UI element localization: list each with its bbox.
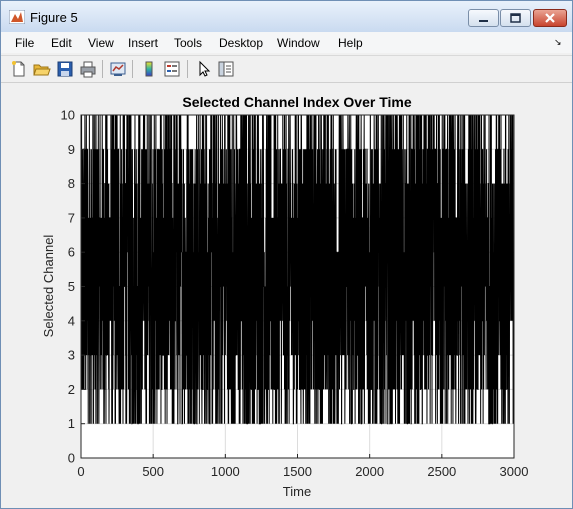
x-tick-label: 500 [142,464,164,479]
toolbar-separator [102,60,103,78]
x-axis-label: Time [283,484,311,499]
x-tick-label: 1000 [211,464,240,479]
link-plot-icon[interactable] [109,60,127,78]
toolbar-separator [187,60,188,78]
property-inspector-icon[interactable] [217,60,235,78]
maximize-button[interactable] [500,9,531,27]
plot-area: 0 500 1000 1500 2000 2500 3000 0 1 2 3 4 5 6 7 8 9 10 Sel… [1,83,572,508]
x-tick-label: 0 [77,464,84,479]
chart[interactable]: 0 500 1000 1500 2000 2500 3000 0 1 2 3 4 5 6 7 8 9 10 Sel… [1,83,572,508]
y-axis-label: Selected Channel [41,235,56,338]
title-bar[interactable]: Figure 5 [1,1,572,32]
x-tick-label: 3000 [500,464,529,479]
save-icon[interactable] [56,60,74,78]
legend-icon[interactable] [163,60,181,78]
menu-bar: File Edit View Insert Tools Desktop Wind… [1,32,572,53]
close-button[interactable] [533,9,567,27]
menu-view[interactable]: View [88,36,114,50]
minimize-button[interactable] [468,9,499,27]
y-tick-label: 6 [68,245,75,260]
y-tick-label: 5 [68,279,75,294]
y-tick-label: 8 [68,176,75,191]
x-tick-label: 1500 [283,464,312,479]
y-tick-label: 2 [68,382,75,397]
new-figure-icon[interactable] [10,60,28,78]
y-tick-label: 1 [68,416,75,431]
menu-insert[interactable]: Insert [128,36,158,50]
figure-window: Figure 5 File Edit View Insert Tools Des… [0,0,573,509]
chart-title: Selected Channel Index Over Time [182,94,411,110]
minimize-icon [479,20,488,22]
dock-arrow-icon[interactable]: ↘ [554,37,562,48]
toolbar-separator [132,60,133,78]
pointer-icon[interactable] [195,60,213,78]
y-tick-label: 9 [68,142,75,157]
x-tick-label: 2000 [355,464,384,479]
figure-toolbar [1,55,572,83]
y-tick-label: 3 [68,348,75,363]
open-file-icon[interactable] [33,60,51,78]
y-tick-label: 10 [61,108,75,123]
menu-help[interactable]: Help [338,36,363,50]
print-icon[interactable] [79,60,97,78]
menu-file[interactable]: File [15,36,34,50]
y-tick-label: 7 [68,210,75,225]
close-icon [545,13,555,23]
matlab-logo-icon [9,10,25,24]
colorbar-icon[interactable] [140,60,158,78]
maximize-icon [510,13,521,23]
y-tick-label: 0 [68,451,75,466]
window-title: Figure 5 [30,10,78,25]
menu-window[interactable]: Window [277,36,320,50]
menu-desktop[interactable]: Desktop [219,36,263,50]
y-tick-label: 4 [68,313,75,328]
menu-edit[interactable]: Edit [51,36,72,50]
menu-tools[interactable]: Tools [174,36,202,50]
x-tick-label: 2500 [427,464,456,479]
